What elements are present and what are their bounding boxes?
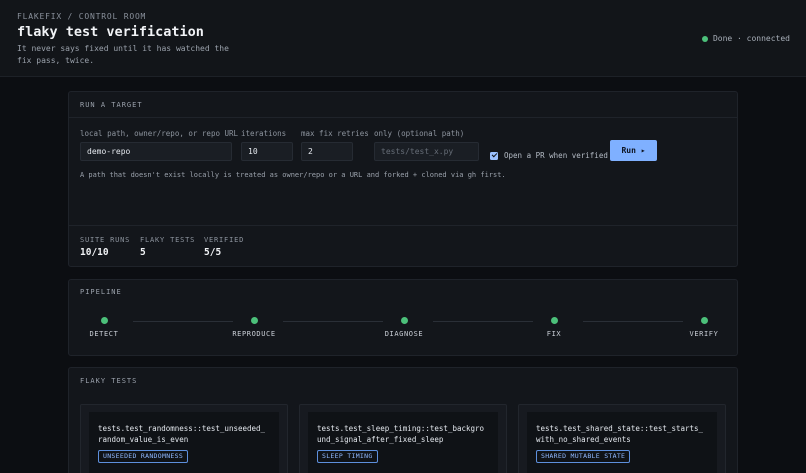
flaky-test-tile[interactable]: tests.test_randomness::test_unseeded_ran… — [80, 404, 288, 473]
breadcrumb: FLAKEFIX / CONTROL ROOM — [17, 12, 147, 21]
pipeline-connector — [583, 321, 683, 322]
pipeline-connector — [433, 321, 533, 322]
flaky-tests-title: FLAKY TESTS — [80, 377, 138, 385]
stat-suite-runs-value: 10/10 — [80, 247, 109, 258]
run-button[interactable]: Run ▸ — [610, 140, 657, 161]
iterations-label: iterations — [241, 129, 287, 138]
stat-verified-value: 5/5 — [204, 247, 222, 258]
stage-done-icon — [100, 317, 108, 324]
stage-label: DIAGNOSE — [384, 330, 424, 338]
stage-done-icon — [700, 317, 708, 324]
page-title: flaky test verification — [17, 24, 204, 40]
stage-verify: VERIFY — [674, 317, 734, 338]
run-target-title: RUN A TARGET — [80, 101, 143, 109]
flaky-test-tile[interactable]: tests.test_shared_state::test_starts_wit… — [518, 404, 726, 473]
flaky-tests-card: FLAKY TESTS tests.test_randomness::test_… — [68, 367, 738, 473]
target-hint: A path that doesn't exist locally is tre… — [80, 171, 506, 179]
flaky-test-name: tests.test_shared_state::test_starts_wit… — [536, 424, 704, 444]
stage-done-icon — [400, 317, 408, 324]
stat-flaky-tests-value: 5 — [140, 247, 146, 258]
stage-label: REPRODUCE — [232, 330, 276, 338]
pipeline-title: PIPELINE — [80, 288, 122, 296]
retries-label: max fix retries — [301, 129, 369, 138]
stage-detect: DETECT — [74, 317, 134, 338]
flaky-test-tile[interactable]: tests.test_sleep_timing::test_background… — [299, 404, 507, 473]
category-badge: SLEEP TIMING — [317, 450, 378, 463]
page-subtitle: It never says fixed until it has watched… — [17, 44, 229, 65]
retries-input[interactable] — [301, 142, 353, 161]
status-dot-icon — [701, 35, 708, 42]
pipeline-card: PIPELINE DETECT REPRODUCE DIAGNOSE FIX V… — [68, 279, 738, 356]
stage-diagnose: DIAGNOSE — [374, 317, 434, 338]
stat-flaky-tests-label: FLAKY TESTS — [140, 236, 196, 244]
flaky-test-name: tests.test_sleep_timing::test_background… — [317, 424, 485, 444]
run-target-card: RUN A TARGET local path, owner/repo, or … — [68, 91, 738, 267]
pipeline-connector — [283, 321, 383, 322]
stage-done-icon — [250, 317, 258, 324]
target-input[interactable] — [80, 142, 232, 161]
flaky-test-name: tests.test_randomness::test_unseeded_ran… — [98, 424, 266, 444]
status-text: Done · connected — [712, 34, 790, 43]
stage-label: VERIFY — [689, 330, 719, 338]
only-path-input[interactable] — [374, 142, 479, 161]
stat-suite-runs-label: SUITE RUNS — [80, 236, 131, 244]
target-label: local path, owner/repo, or repo URL — [80, 129, 239, 138]
stage-label: DETECT — [89, 330, 119, 338]
open-pr-label: Open a PR when verified — [504, 151, 608, 160]
only-label: only (optional path) — [374, 129, 465, 138]
card-divider — [69, 225, 737, 226]
stage-done-icon — [550, 317, 558, 324]
header: FLAKEFIX / CONTROL ROOM flaky test verif… — [0, 0, 806, 77]
connection-status: Done · connected — [701, 34, 790, 43]
card-divider — [69, 117, 737, 118]
category-badge: SHARED MUTABLE STATE — [536, 450, 631, 463]
category-badge: UNSEEDED RANDOMNESS — [98, 450, 189, 463]
checkbox-checked-icon[interactable] — [490, 151, 498, 160]
stat-verified-label: VERIFIED — [204, 236, 245, 244]
iterations-input[interactable] — [241, 142, 293, 161]
stage-label: FIX — [546, 330, 562, 338]
open-pr-checkbox[interactable]: Open a PR when verified — [490, 151, 608, 160]
stage-reproduce: REPRODUCE — [224, 317, 284, 338]
pipeline-connector — [133, 321, 233, 322]
stage-fix: FIX — [524, 317, 584, 338]
